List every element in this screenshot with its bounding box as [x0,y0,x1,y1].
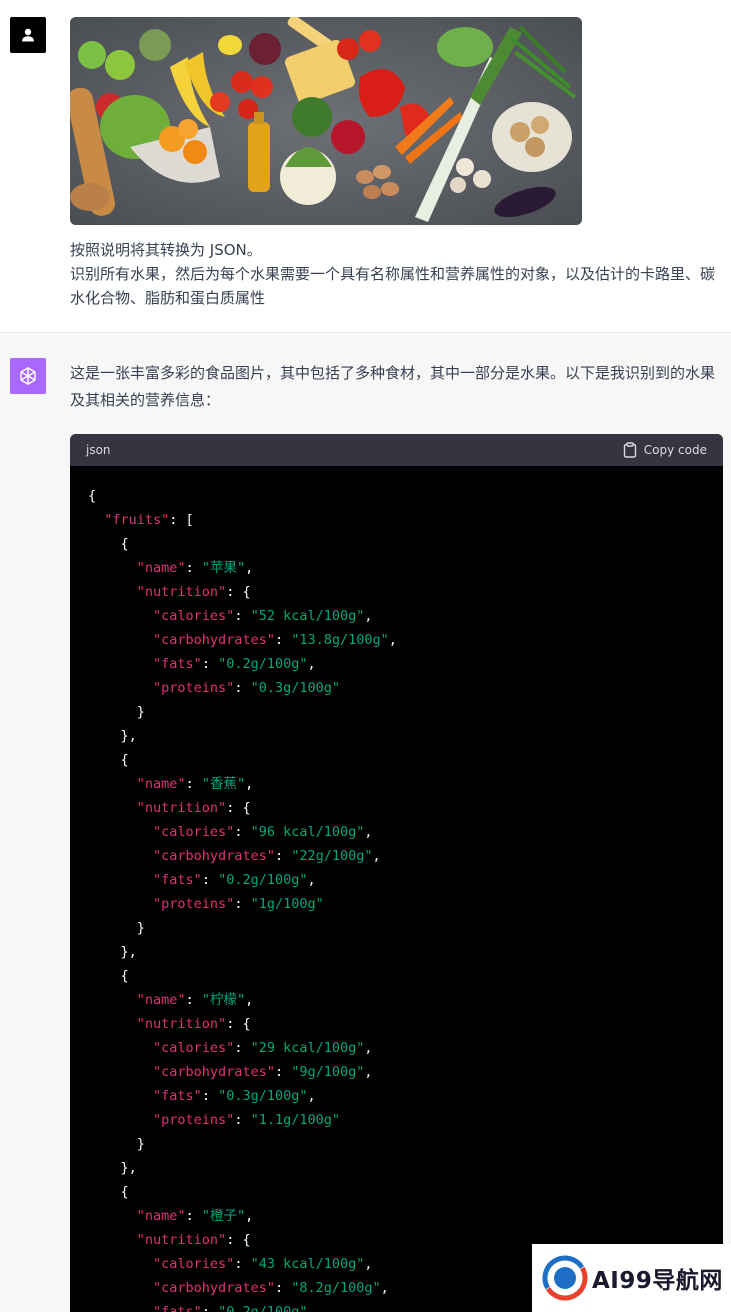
code-line: "carbohydrates": "9g/100g", [153,1064,373,1080]
code-line: } [88,1136,145,1152]
code-line: { [88,488,97,504]
code-line: }, [88,728,137,744]
code-line: "name": "柠檬", [136,992,254,1008]
food-image [70,17,582,225]
clipboard-icon [623,442,636,458]
user-prompt-line-1: 按照说明将其转换为 JSON。 [70,241,262,259]
code-line: } [88,920,145,936]
code-block: json Copy code { "fruits": [ { "name": "… [70,434,723,1312]
user-icon [22,28,34,42]
code-line: "nutrition": { [136,584,251,600]
code-line: "proteins": "0.3g/100g" [153,680,340,696]
code-line: { [88,1184,129,1200]
openai-logo-icon [20,367,36,385]
code-line: "fats": "0.3g/100g", [153,1088,316,1104]
code-line: { [88,752,129,768]
code-line: "carbohydrates": "13.8g/100g", [153,632,397,648]
code-line: }, [88,944,137,960]
code-line: { [88,968,129,984]
code-line: "fats": "0.2g/100g", [153,872,316,888]
user-prompt-text: 按照说明将其转换为 JSON。 识别所有水果，然后为每个水果需要一个具有名称属性… [70,238,720,310]
code-line: "name": "苹果", [136,560,254,576]
code-line: } [88,704,145,720]
watermark-text: AI99导航网 [592,1268,723,1294]
assistant-avatar [10,358,46,394]
code-line: "carbohydrates": "22g/100g", [153,848,381,864]
code-line: "proteins": "1.1g/100g" [153,1112,340,1128]
watermark: AI99导航网 [532,1244,731,1312]
code-header: json Copy code [70,434,723,466]
code-line: "fats": "0.2g/100g", [153,656,316,672]
code-line: "nutrition": { [136,800,251,816]
code-line: "calories": "52 kcal/100g", [153,608,373,624]
code-line: "fruits": [ [104,512,194,528]
code-line: "name": "香蕉", [136,776,254,792]
code-line: "proteins": "1g/100g" [153,896,324,912]
assistant-intro-text: 这是一张丰富多彩的食品图片，其中包括了多种食材，其中一部分是水果。以下是我识别到… [70,364,716,409]
code-line: "name": "橙子", [136,1208,254,1224]
copy-code-button[interactable]: Copy code [623,442,707,458]
code-language-label: json [86,443,111,457]
code-line: }, [88,1160,137,1176]
food-photo-illustration [70,17,582,225]
code-line: "nutrition": { [136,1016,251,1032]
assistant-message: 这是一张丰富多彩的食品图片，其中包括了多种食材，其中一部分是水果。以下是我识别到… [0,334,731,1312]
code-line: { [88,536,129,552]
json-code: { "fruits": [ { "name": "苹果", "nutrition… [70,466,723,1312]
chat-page: 按照说明将其转换为 JSON。 识别所有水果，然后为每个水果需要一个具有名称属性… [0,0,731,1312]
user-avatar [10,17,46,53]
user-prompt-line-2: 识别所有水果，然后为每个水果需要一个具有名称属性和营养属性的对象，以及估计的卡路… [70,265,716,307]
code-line: "calories": "96 kcal/100g", [153,824,373,840]
watermark-logo-icon [542,1255,588,1301]
copy-code-label: Copy code [643,443,707,457]
code-line: "calories": "29 kcal/100g", [153,1040,373,1056]
user-message: 按照说明将其转换为 JSON。 识别所有水果，然后为每个水果需要一个具有名称属性… [0,0,731,333]
